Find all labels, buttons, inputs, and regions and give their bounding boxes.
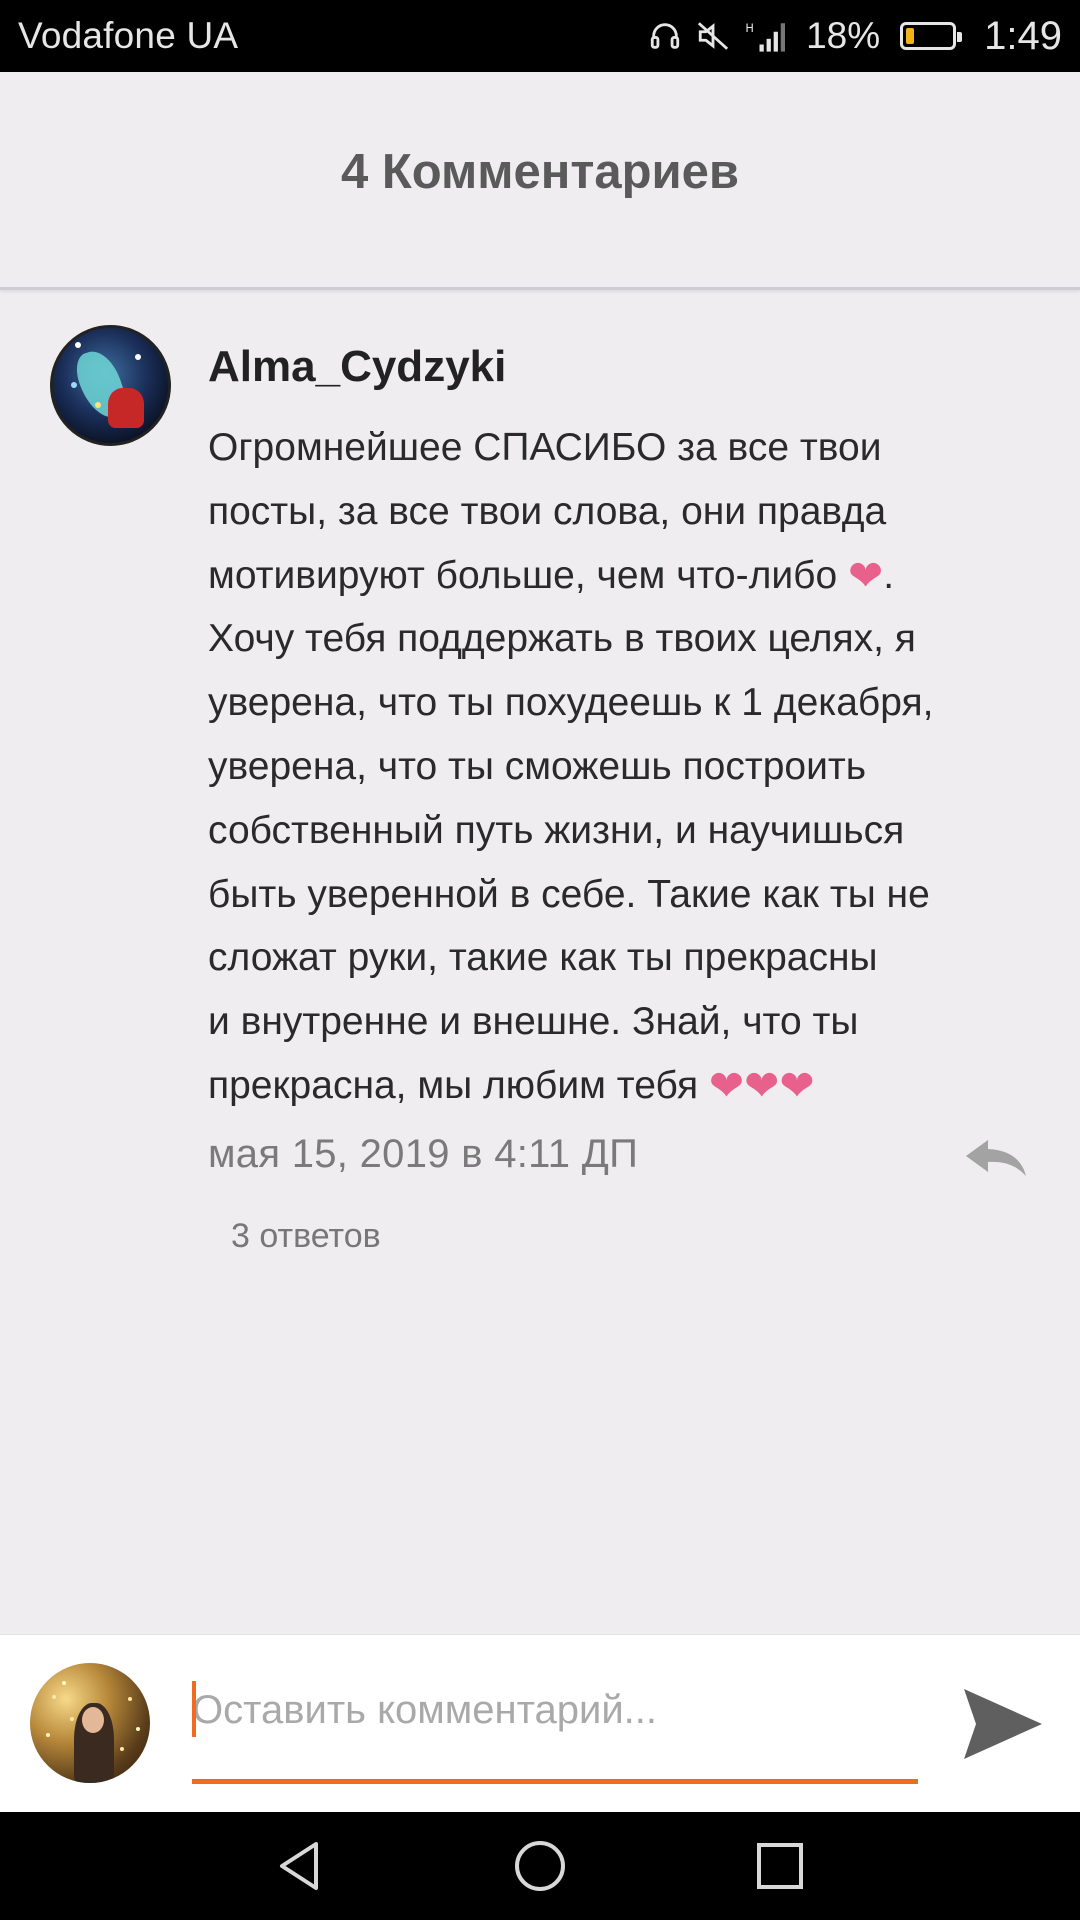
comments-header: 4 Комментариев	[0, 72, 1080, 290]
avatar-art	[40, 1677, 44, 1681]
battery-icon	[900, 22, 963, 50]
comment-line: быть уверенной в себе. Такие как ты не	[208, 872, 930, 916]
status-icons: H 18% 1:49	[648, 14, 1062, 59]
heart-icon: ❤	[708, 1061, 745, 1109]
comment-line: уверена, что ты похудеешь к 1 декабря,	[208, 681, 934, 725]
navigation-bar	[0, 1812, 1080, 1920]
status-bar: Vodafone UA H 18% 1:49	[0, 0, 1080, 72]
comment-line: прекрасна, мы любим тебя ❤❤❤	[208, 1054, 1028, 1118]
battery-percent: 18%	[806, 15, 881, 56]
comment-input[interactable]	[192, 1679, 918, 1741]
send-button[interactable]	[960, 1681, 1046, 1767]
avatar	[30, 1663, 150, 1783]
comment-line: мотивируют больше, чем что-либо ❤.	[208, 544, 1028, 608]
avatar-art	[75, 342, 81, 348]
status-time: 1:49	[984, 13, 1062, 58]
input-underline	[192, 1779, 918, 1784]
headphones-icon	[648, 19, 682, 53]
comment-line: и внутренне и внешне. Знай, что ты	[208, 1000, 859, 1044]
comment-line: собственный путь жизни, и научишься	[208, 808, 905, 852]
avatar[interactable]	[50, 325, 171, 446]
heart-icon: ❤	[848, 551, 884, 599]
comment-line: посты, за все твои слова, они правда	[208, 489, 887, 533]
replies-link[interactable]: 3 ответов	[231, 1217, 381, 1256]
comment-line-suffix: .	[883, 553, 895, 597]
comment-line: Хочу тебя поддержать в твоих целях, я	[208, 617, 916, 661]
back-icon[interactable]	[270, 1836, 330, 1896]
battery-fill	[906, 28, 915, 44]
comment-composer	[0, 1634, 1080, 1812]
signal-icon: H	[744, 19, 792, 53]
text-caret	[192, 1681, 196, 1737]
page-title: 4 Комментариев	[340, 144, 740, 199]
comment-body: Огромнейшее СПАСИБО за все твои посты, з…	[208, 416, 1028, 1118]
comment-line: уверена, что ты сможешь построить	[208, 744, 867, 788]
vibrate-off-icon	[696, 19, 730, 53]
avatar-art	[108, 388, 144, 428]
recents-icon[interactable]	[750, 1836, 810, 1896]
comment-line: сложат руки, такие как ты прекрасны	[208, 936, 878, 980]
svg-text:H: H	[745, 21, 754, 35]
heart-icon: ❤	[779, 1061, 815, 1109]
comment-timestamp: мая 15, 2019 в 4:11 ДП	[208, 1132, 639, 1176]
heart-icon: ❤	[744, 1061, 780, 1109]
comment-line: Огромнейшее СПАСИБО за все твои	[208, 426, 882, 469]
comment-line-text: прекрасна, мы любим тебя	[208, 1063, 709, 1107]
comment-line-text: мотивируют больше, чем что-либо	[208, 553, 849, 597]
send-icon	[964, 1689, 1042, 1759]
comment-author[interactable]: Alma_Cydzyki	[208, 342, 506, 392]
reply-icon[interactable]	[962, 1136, 1028, 1180]
avatar-art	[82, 1707, 104, 1733]
carrier-name: Vodafone UA	[18, 15, 239, 56]
home-icon[interactable]	[510, 1836, 570, 1896]
